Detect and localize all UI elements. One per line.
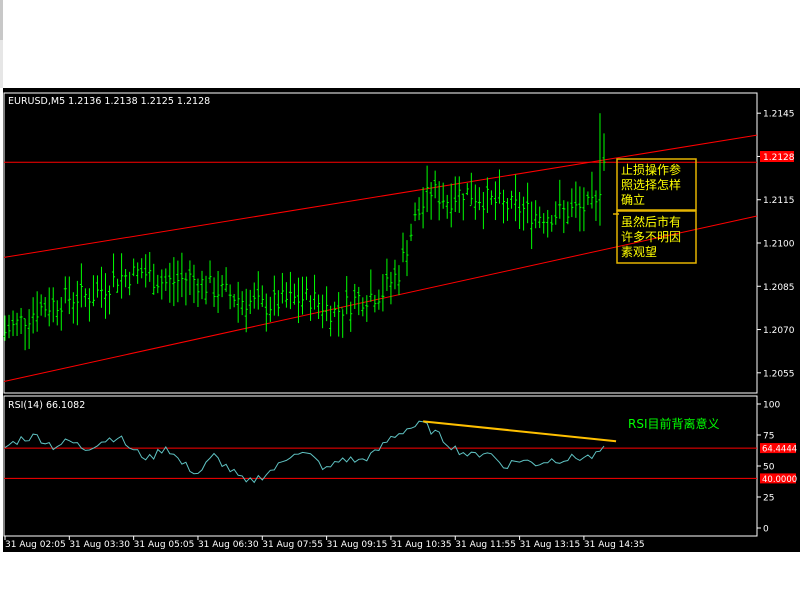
time-tick-label: 31 Aug 03:30	[69, 540, 130, 550]
rsi-level-label: 40.0000	[762, 475, 797, 485]
rsi-tick-label: 0	[763, 525, 769, 535]
time-tick-label: 31 Aug 11:55	[455, 540, 516, 550]
annotation-line: 止损操作参	[621, 162, 681, 177]
time-tick-label: 31 Aug 13:15	[520, 540, 581, 550]
price-tick-label: 1.2100	[763, 240, 795, 250]
price-tick-label: 1.2085	[763, 283, 795, 293]
symbol-header: EURUSD,M5 1.2136 1.2138 1.2125 1.2128	[8, 96, 210, 107]
rsi-header: RSI(14) 66.1082	[8, 400, 85, 411]
rsi-level-label: 64.4444	[762, 445, 797, 455]
rsi-annotation[interactable]: RSI目前背离意义	[628, 416, 720, 431]
annotation-line: 素观望	[621, 245, 657, 259]
annotation-line: 确立	[621, 192, 645, 207]
rsi-tick-label: 100	[763, 401, 780, 411]
rsi-tick-label: 50	[763, 463, 775, 473]
time-tick-label: 31 Aug 10:35	[391, 540, 452, 550]
price-tick-label: 1.2145	[763, 110, 795, 120]
price-tick-label: 1.2070	[763, 326, 795, 336]
time-tick-label: 31 Aug 09:15	[327, 540, 388, 550]
time-tick-label: 31 Aug 06:30	[198, 540, 259, 550]
annotation-line: 照选择怎样	[621, 177, 681, 192]
current-price-label: 1.2128	[763, 153, 795, 163]
annotation-line: 虽然后市有	[621, 214, 681, 229]
rsi-tick-label: 75	[763, 432, 774, 442]
time-tick-label: 31 Aug 07:55	[262, 540, 323, 550]
current-price-tag: 1.2128	[760, 151, 795, 163]
price-tick-label: 1.2115	[763, 196, 795, 206]
price-tick-label: 1.2055	[763, 369, 795, 379]
chart-background	[3, 88, 800, 552]
time-tick-label: 31 Aug 05:05	[134, 540, 195, 550]
annotation-line: 许多不明因	[621, 230, 681, 244]
time-tick-label: 31 Aug 14:35	[584, 540, 645, 550]
time-tick-label: 31 Aug 02:05	[5, 540, 66, 550]
rsi-tick-label: 25	[763, 494, 774, 504]
chart-window[interactable]: EURUSD,M5 1.2136 1.2138 1.2125 1.2128 1.…	[0, 0, 800, 600]
